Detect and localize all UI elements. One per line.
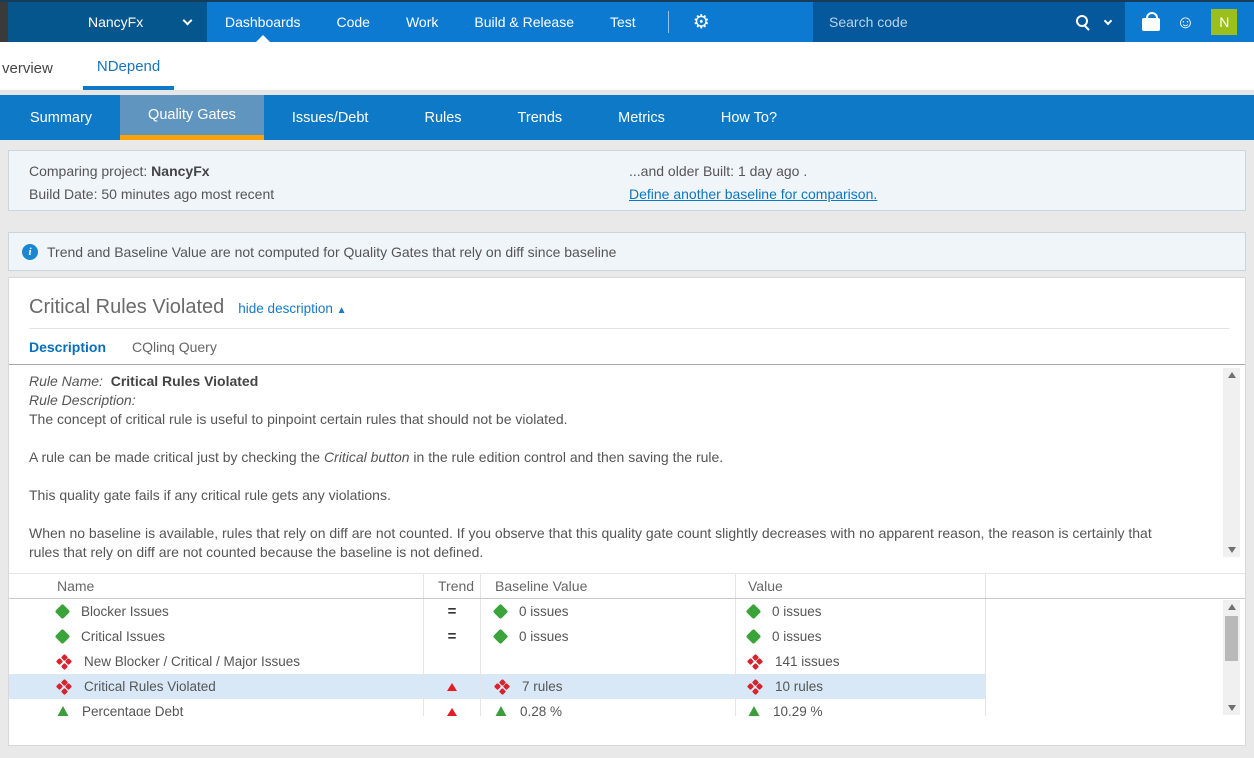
comparing-project-value: NancyFx: [151, 163, 209, 179]
notice-text: Trend and Baseline Value are not compute…: [47, 244, 616, 260]
baseline-right: ...and older Built: 1 day ago . Define a…: [629, 160, 1245, 210]
tab-cqlinq-query[interactable]: CQlinq Query: [132, 339, 217, 355]
trend-up-red-icon: [447, 708, 457, 716]
define-baseline-link[interactable]: Define another baseline for comparison.: [629, 186, 877, 202]
green-diamond-icon: [55, 604, 71, 620]
table-scrollbar[interactable]: [1223, 600, 1240, 715]
description-paragraph: This quality gate fails if any critical …: [29, 486, 1185, 505]
table-row-selected[interactable]: Critical Rules Violated 7 rules 10 rules: [9, 674, 1245, 699]
green-triangle-icon: [57, 706, 69, 716]
tab-how-to[interactable]: How To?: [693, 95, 805, 140]
tab-metrics[interactable]: Metrics: [590, 95, 693, 140]
description-scrollbar[interactable]: [1223, 368, 1240, 557]
menu-item-build-release[interactable]: Build & Release: [456, 2, 592, 42]
description-paragraph: The concept of critical rule is useful t…: [29, 410, 1185, 429]
gear-icon[interactable]: ⚙: [683, 2, 720, 42]
table-body: Blocker Issues = 0 issues 0 issues Criti…: [9, 599, 1245, 716]
red-cluster-icon: [748, 680, 762, 694]
rule-name-value: Critical Rules Violated: [111, 373, 259, 389]
tab-trends[interactable]: Trends: [490, 95, 591, 140]
col-header-empty: [985, 574, 1245, 598]
window-edge: [0, 2, 8, 42]
smiley-feedback-icon[interactable]: ☺: [1176, 13, 1194, 31]
menu-item-code[interactable]: Code: [319, 2, 388, 42]
tab-issues-debt[interactable]: Issues/Debt: [264, 95, 397, 140]
project-picker[interactable]: NancyFx: [8, 2, 207, 42]
table-row[interactable]: New Blocker / Critical / Major Issues 14…: [9, 649, 1245, 674]
tab-description[interactable]: Description: [29, 339, 106, 355]
tab-quality-gates[interactable]: Quality Gates: [120, 95, 264, 140]
red-cluster-icon: [57, 680, 71, 694]
table-row[interactable]: Critical Issues = 0 issues 0 issues: [9, 624, 1245, 649]
col-header-baseline: Baseline Value: [480, 574, 735, 598]
hub-tab-row: verview NDepend: [0, 42, 1254, 90]
quality-gate-card: Critical Rules Violated hide description…: [8, 277, 1246, 746]
info-icon: i: [22, 244, 38, 260]
active-caret-icon: [256, 35, 270, 42]
trend-equals-icon: =: [448, 603, 457, 620]
green-diamond-icon: [746, 604, 762, 620]
col-header-name: Name: [9, 574, 423, 598]
older-built-line: ...and older Built: 1 day ago .: [629, 160, 1245, 183]
rule-name-label: Rule Name:: [29, 373, 103, 389]
project-name: NancyFx: [88, 14, 143, 30]
table-row[interactable]: Blocker Issues = 0 issues 0 issues: [9, 599, 1245, 624]
trend-equals-icon: =: [448, 628, 457, 645]
menu-item-test[interactable]: Test: [592, 2, 654, 42]
red-cluster-icon: [57, 655, 71, 669]
description-paragraph: When no baseline is available, rules tha…: [29, 524, 1185, 561]
table-row[interactable]: Percentage Debt 0.28 % 10.29 %: [9, 699, 1245, 716]
shopping-bag-icon[interactable]: [1142, 18, 1160, 31]
green-diamond-icon: [746, 629, 762, 645]
gate-header: Critical Rules Violated hide description…: [29, 296, 1229, 329]
search-icon[interactable]: [1074, 14, 1091, 31]
hide-description-link[interactable]: hide description ▲: [238, 301, 346, 316]
green-diamond-icon: [493, 604, 509, 620]
rule-description-label: Rule Description:: [29, 391, 1185, 410]
hub-tab-ndepend[interactable]: NDepend: [83, 46, 174, 90]
red-cluster-icon: [748, 655, 762, 669]
scroll-up-icon[interactable]: [1228, 604, 1236, 610]
scroll-up-icon[interactable]: [1228, 372, 1236, 378]
comparing-project-line: Comparing project: NancyFx: [29, 160, 629, 183]
menu-divider: [668, 11, 669, 33]
green-triangle-icon: [748, 706, 760, 716]
tab-rules[interactable]: Rules: [396, 95, 489, 140]
ndepend-nav: Summary Quality Gates Issues/Debt Rules …: [0, 95, 1254, 140]
green-triangle-icon: [495, 706, 507, 716]
build-date-line: Build Date: 50 minutes ago most recent: [29, 183, 629, 206]
green-diamond-icon: [55, 629, 71, 645]
hub-tab-overview[interactable]: verview: [0, 46, 55, 90]
tab-summary[interactable]: Summary: [2, 95, 120, 140]
avatar[interactable]: N: [1211, 9, 1237, 35]
trend-up-red-icon: [447, 683, 457, 691]
gate-title: Critical Rules Violated: [29, 296, 224, 319]
trend-notice-box: i Trend and Baseline Value are not compu…: [8, 232, 1246, 271]
menu-item-work[interactable]: Work: [388, 2, 456, 42]
top-bar: NancyFx Dashboards Code Work Build & Rel…: [0, 0, 1254, 42]
menu-item-dashboards[interactable]: Dashboards: [207, 2, 319, 42]
scrollbar-thumb[interactable]: [1225, 616, 1238, 661]
chevron-down-icon: [183, 16, 193, 26]
gate-tabs: Description CQlinq Query: [9, 329, 1245, 364]
description-panel: Rule Name: Critical Rules Violated Rule …: [9, 364, 1245, 561]
collapse-arrow-icon: ▲: [337, 305, 347, 316]
table-header: Name Trend Baseline Value Value: [9, 573, 1245, 599]
search-input[interactable]: [827, 13, 1074, 31]
col-header-trend: Trend: [423, 574, 480, 598]
baseline-info-box: Comparing project: NancyFx Build Date: 5…: [8, 150, 1246, 211]
baseline-left: Comparing project: NancyFx Build Date: 5…: [29, 160, 629, 210]
search-box[interactable]: [813, 2, 1125, 42]
main-menu: Dashboards Code Work Build & Release Tes…: [207, 2, 654, 42]
green-diamond-icon: [493, 629, 509, 645]
scroll-down-icon[interactable]: [1228, 547, 1236, 553]
quality-gates-table: Name Trend Baseline Value Value Blocker …: [9, 573, 1245, 716]
search-scope-chevron-icon[interactable]: [1104, 16, 1112, 24]
col-header-value: Value: [735, 574, 985, 598]
scroll-down-icon[interactable]: [1228, 705, 1236, 711]
red-cluster-icon: [495, 680, 509, 694]
topbar-right: ☺ N: [1125, 2, 1254, 42]
description-paragraph: A rule can be made critical just by chec…: [29, 448, 1185, 467]
